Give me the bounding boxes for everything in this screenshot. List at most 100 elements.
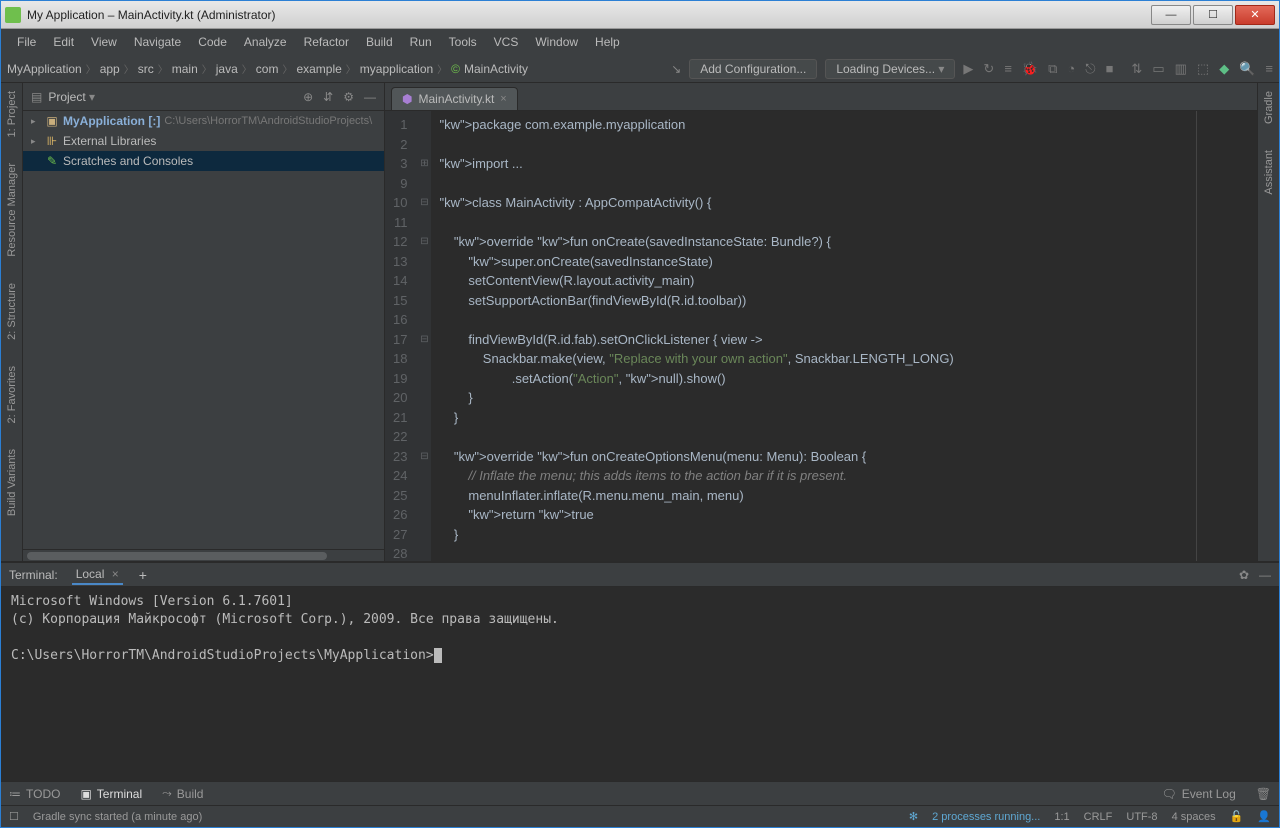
build-icon: ⤳: [162, 786, 172, 801]
close-button[interactable]: ✕: [1235, 5, 1275, 25]
add-configuration-button[interactable]: Add Configuration...: [689, 59, 817, 79]
breadcrumb-item[interactable]: main: [172, 62, 198, 76]
window-buttons: — ☐ ✕: [1151, 5, 1275, 25]
tool-strip-2-structure[interactable]: 2: Structure: [6, 279, 18, 344]
event-log-tab[interactable]: 🗨Event Log: [1161, 787, 1235, 801]
todo-icon: ≔: [9, 787, 21, 801]
breadcrumb-item[interactable]: src: [138, 62, 154, 76]
bottombar-overflow-icon[interactable]: 🗑: [1256, 787, 1271, 801]
cursor-position[interactable]: 1:1: [1054, 811, 1069, 823]
code-content[interactable]: "kw">package com.example.myapplication "…: [431, 111, 1197, 561]
project-horizontal-scrollbar[interactable]: [23, 549, 384, 561]
status-message: Gradle sync started (a minute ago): [33, 811, 202, 823]
resource-icon[interactable]: ◆: [1219, 61, 1229, 77]
breadcrumb-item[interactable]: app: [100, 62, 120, 76]
terminal-hide-icon[interactable]: —: [1259, 568, 1271, 582]
menu-help[interactable]: Help: [587, 33, 628, 51]
menu-code[interactable]: Code: [190, 33, 235, 51]
terminal-settings-icon[interactable]: ✿: [1239, 568, 1249, 582]
hide-icon[interactable]: —: [364, 90, 376, 104]
menu-analyze[interactable]: Analyze: [236, 33, 295, 51]
coverage-icon[interactable]: ⧉: [1048, 61, 1057, 77]
breadcrumb-item[interactable]: myapplication: [360, 62, 433, 76]
project-tool-window: ▤ Project ⊕ ⇵ ⚙ — ▸▣MyApplication [:] C:…: [23, 83, 385, 561]
editor-tab-mainactivity[interactable]: ⬢ MainActivity.kt ×: [391, 87, 518, 110]
terminal-tab-local[interactable]: Local ×: [72, 565, 123, 585]
menu-refactor[interactable]: Refactor: [296, 33, 357, 51]
tool-strip-2-favorites[interactable]: 2: Favorites: [6, 362, 18, 427]
collapse-icon[interactable]: ⇵: [323, 90, 333, 104]
menu-window[interactable]: Window: [527, 33, 586, 51]
line-gutter: 1 2 3 9 10 11 12 13 14 15 16 17 18 19 20…: [385, 111, 417, 561]
build-tab[interactable]: ⤳Build: [162, 786, 203, 801]
bottom-tool-tabs: ≔TODO ▣Terminal ⤳Build 🗨Event Log 🗑: [1, 781, 1279, 805]
tree-node-scratch[interactable]: ✎Scratches and Consoles: [23, 151, 384, 171]
sync-icon[interactable]: ⇅: [1131, 61, 1142, 77]
project-view-selector[interactable]: Project: [48, 90, 303, 104]
menu-run[interactable]: Run: [402, 33, 440, 51]
tree-node-root[interactable]: ▸▣MyApplication [:] C:\Users\HorrorTM\An…: [23, 111, 384, 131]
maximize-button[interactable]: ☐: [1193, 5, 1233, 25]
menu-file[interactable]: File: [9, 33, 44, 51]
menu-vcs[interactable]: VCS: [486, 33, 527, 51]
tree-node-lib[interactable]: ▸⊪External Libraries: [23, 131, 384, 151]
breadcrumb-item[interactable]: MainActivity: [464, 62, 528, 76]
menu-view[interactable]: View: [83, 33, 125, 51]
run-toolbar-icons: ▶ ↻ ≡ 🐞 ⧉ ◔ ⎋ ■ ⇅ ▭ ▥ ⬚ ◆ 🔍 ≡: [963, 61, 1273, 77]
line-separator[interactable]: CRLF: [1084, 811, 1113, 823]
terminal-tool-window: Terminal: Local × + ✿ — Microsoft Window…: [1, 561, 1279, 781]
inspection-icon[interactable]: 👤: [1257, 810, 1271, 823]
menu-navigate[interactable]: Navigate: [126, 33, 189, 51]
file-encoding[interactable]: UTF-8: [1126, 811, 1157, 823]
stop-icon[interactable]: ■: [1106, 61, 1114, 77]
tool-strip-resource-manager[interactable]: Resource Manager: [6, 159, 18, 261]
terminal-icon: ▣: [80, 787, 91, 801]
settings-gear-icon[interactable]: ⚙: [343, 90, 354, 104]
close-tab-icon[interactable]: ×: [500, 93, 506, 105]
toolbar-overflow-icon[interactable]: ≡: [1265, 61, 1273, 77]
terminal-add-tab-icon[interactable]: +: [139, 567, 147, 583]
menu-edit[interactable]: Edit: [45, 33, 82, 51]
breadcrumb-item[interactable]: MyApplication: [7, 62, 82, 76]
run-icon[interactable]: ▶: [963, 61, 973, 77]
terminal-tab-close-icon[interactable]: ×: [112, 567, 119, 581]
app-icon: [5, 7, 21, 23]
window-title: My Application – MainActivity.kt (Admini…: [27, 8, 1151, 22]
indent-setting[interactable]: 4 spaces: [1172, 811, 1216, 823]
editor-tab-label: MainActivity.kt: [418, 92, 494, 106]
sdk-icon[interactable]: ▥: [1175, 61, 1187, 77]
locate-icon[interactable]: ⊕: [303, 90, 313, 104]
terminal-body[interactable]: Microsoft Windows [Version 6.1.7601] (c)…: [1, 587, 1279, 781]
project-tree[interactable]: ▸▣MyApplication [:] C:\Users\HorrorTM\An…: [23, 111, 384, 549]
breadcrumb-item[interactable]: java: [216, 62, 238, 76]
menu-tools[interactable]: Tools: [441, 33, 485, 51]
profile-icon[interactable]: ◔: [1067, 61, 1075, 77]
tool-strip-1-project[interactable]: 1: Project: [6, 87, 18, 141]
project-header: ▤ Project ⊕ ⇵ ⚙ —: [23, 83, 384, 111]
processes-running[interactable]: 2 processes running...: [932, 811, 1040, 823]
attach-icon[interactable]: ⎋: [1085, 61, 1095, 77]
debug-restart-icon[interactable]: ↻: [983, 61, 994, 77]
search-icon[interactable]: 🔍: [1239, 61, 1255, 77]
run-profile-icon[interactable]: ≡: [1004, 61, 1012, 77]
status-bar: ☐ Gradle sync started (a minute ago) ✻ 2…: [1, 805, 1279, 827]
code-area[interactable]: 1 2 3 9 10 11 12 13 14 15 16 17 18 19 20…: [385, 111, 1257, 561]
breadcrumb-item[interactable]: example: [296, 62, 341, 76]
tool-strip-build-variants[interactable]: Build Variants: [6, 445, 18, 520]
run-target-dropdown-icon[interactable]: ↘: [671, 62, 681, 76]
menu-build[interactable]: Build: [358, 33, 401, 51]
debug-icon[interactable]: 🐞: [1022, 61, 1038, 77]
layout-inspector-icon[interactable]: ⬚: [1197, 61, 1209, 77]
todo-tab[interactable]: ≔TODO: [9, 787, 60, 801]
terminal-tab[interactable]: ▣Terminal: [80, 787, 142, 801]
minimap[interactable]: [1197, 111, 1257, 561]
avd-icon[interactable]: ▭: [1152, 61, 1164, 77]
breadcrumb-item[interactable]: com: [256, 62, 279, 76]
tool-strip-gradle[interactable]: Gradle: [1263, 87, 1275, 128]
readonly-lock-icon[interactable]: 🔓: [1230, 810, 1244, 823]
devices-dropdown[interactable]: Loading Devices...: [825, 59, 955, 79]
navigation-toolbar: MyApplication〉app〉src〉main〉java〉com〉exam…: [1, 55, 1279, 83]
fold-column[interactable]: ⊞ ⊟ ⊟ ⊟ ⊟: [417, 111, 431, 561]
minimize-button[interactable]: —: [1151, 5, 1191, 25]
tool-strip-assistant[interactable]: Assistant: [1263, 146, 1275, 199]
